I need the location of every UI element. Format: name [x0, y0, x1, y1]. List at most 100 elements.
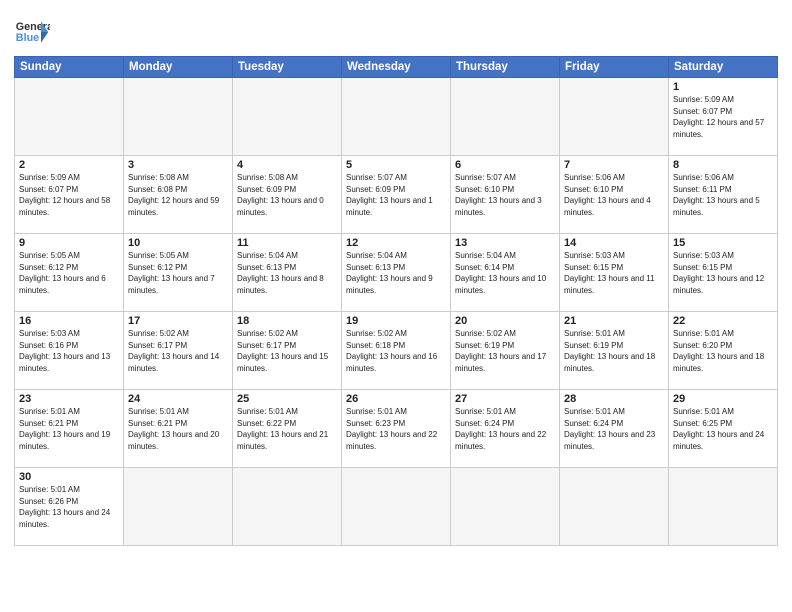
calendar-cell: 11Sunrise: 5:04 AM Sunset: 6:13 PM Dayli…: [233, 234, 342, 312]
calendar-cell: 13Sunrise: 5:04 AM Sunset: 6:14 PM Dayli…: [451, 234, 560, 312]
calendar-cell: 30Sunrise: 5:01 AM Sunset: 6:26 PM Dayli…: [15, 468, 124, 546]
calendar-cell: [233, 78, 342, 156]
day-number: 10: [128, 237, 228, 249]
calendar-cell: 15Sunrise: 5:03 AM Sunset: 6:15 PM Dayli…: [669, 234, 778, 312]
calendar-cell: 19Sunrise: 5:02 AM Sunset: 6:18 PM Dayli…: [342, 312, 451, 390]
day-number: 15: [673, 237, 773, 249]
day-number: 23: [19, 393, 119, 405]
day-info: Sunrise: 5:04 AM Sunset: 6:13 PM Dayligh…: [346, 250, 446, 296]
day-number: 2: [19, 159, 119, 171]
day-number: 22: [673, 315, 773, 327]
day-number: 19: [346, 315, 446, 327]
svg-text:Blue: Blue: [16, 32, 39, 44]
day-info: Sunrise: 5:03 AM Sunset: 6:15 PM Dayligh…: [673, 250, 773, 296]
day-number: 9: [19, 237, 119, 249]
day-info: Sunrise: 5:07 AM Sunset: 6:10 PM Dayligh…: [455, 172, 555, 218]
calendar-cell: [669, 468, 778, 546]
day-info: Sunrise: 5:02 AM Sunset: 6:19 PM Dayligh…: [455, 328, 555, 374]
calendar-cell: 17Sunrise: 5:02 AM Sunset: 6:17 PM Dayli…: [124, 312, 233, 390]
calendar-cell: 16Sunrise: 5:03 AM Sunset: 6:16 PM Dayli…: [15, 312, 124, 390]
day-number: 7: [564, 159, 664, 171]
calendar-cell: 25Sunrise: 5:01 AM Sunset: 6:22 PM Dayli…: [233, 390, 342, 468]
day-info: Sunrise: 5:01 AM Sunset: 6:23 PM Dayligh…: [346, 406, 446, 452]
day-number: 16: [19, 315, 119, 327]
day-number: 26: [346, 393, 446, 405]
day-info: Sunrise: 5:01 AM Sunset: 6:24 PM Dayligh…: [455, 406, 555, 452]
weekday-header-sunday: Sunday: [15, 57, 124, 78]
calendar-cell: [451, 78, 560, 156]
day-number: 27: [455, 393, 555, 405]
calendar-cell: 6Sunrise: 5:07 AM Sunset: 6:10 PM Daylig…: [451, 156, 560, 234]
calendar-cell: [342, 78, 451, 156]
calendar-cell: 21Sunrise: 5:01 AM Sunset: 6:19 PM Dayli…: [560, 312, 669, 390]
day-number: 3: [128, 159, 228, 171]
calendar-cell: [560, 468, 669, 546]
day-info: Sunrise: 5:01 AM Sunset: 6:21 PM Dayligh…: [19, 406, 119, 452]
day-number: 11: [237, 237, 337, 249]
calendar-cell: 20Sunrise: 5:02 AM Sunset: 6:19 PM Dayli…: [451, 312, 560, 390]
calendar-cell: [560, 78, 669, 156]
day-info: Sunrise: 5:01 AM Sunset: 6:20 PM Dayligh…: [673, 328, 773, 374]
calendar-cell: 3Sunrise: 5:08 AM Sunset: 6:08 PM Daylig…: [124, 156, 233, 234]
calendar-cell: 4Sunrise: 5:08 AM Sunset: 6:09 PM Daylig…: [233, 156, 342, 234]
day-number: 18: [237, 315, 337, 327]
calendar-cell: [451, 468, 560, 546]
calendar-cell: 7Sunrise: 5:06 AM Sunset: 6:10 PM Daylig…: [560, 156, 669, 234]
day-number: 17: [128, 315, 228, 327]
calendar-cell: 1Sunrise: 5:09 AM Sunset: 6:07 PM Daylig…: [669, 78, 778, 156]
day-number: 30: [19, 471, 119, 483]
weekday-header-tuesday: Tuesday: [233, 57, 342, 78]
day-info: Sunrise: 5:01 AM Sunset: 6:25 PM Dayligh…: [673, 406, 773, 452]
calendar-cell: 5Sunrise: 5:07 AM Sunset: 6:09 PM Daylig…: [342, 156, 451, 234]
calendar-cell: 9Sunrise: 5:05 AM Sunset: 6:12 PM Daylig…: [15, 234, 124, 312]
calendar-cell: 10Sunrise: 5:05 AM Sunset: 6:12 PM Dayli…: [124, 234, 233, 312]
calendar-cell: 24Sunrise: 5:01 AM Sunset: 6:21 PM Dayli…: [124, 390, 233, 468]
day-info: Sunrise: 5:01 AM Sunset: 6:22 PM Dayligh…: [237, 406, 337, 452]
day-info: Sunrise: 5:04 AM Sunset: 6:13 PM Dayligh…: [237, 250, 337, 296]
day-number: 29: [673, 393, 773, 405]
day-info: Sunrise: 5:06 AM Sunset: 6:11 PM Dayligh…: [673, 172, 773, 218]
day-info: Sunrise: 5:02 AM Sunset: 6:18 PM Dayligh…: [346, 328, 446, 374]
logo: General Blue: [14, 14, 50, 50]
day-number: 12: [346, 237, 446, 249]
day-info: Sunrise: 5:05 AM Sunset: 6:12 PM Dayligh…: [19, 250, 119, 296]
day-number: 1: [673, 81, 773, 93]
day-number: 14: [564, 237, 664, 249]
weekday-header-saturday: Saturday: [669, 57, 778, 78]
calendar-cell: 22Sunrise: 5:01 AM Sunset: 6:20 PM Dayli…: [669, 312, 778, 390]
day-number: 4: [237, 159, 337, 171]
day-info: Sunrise: 5:06 AM Sunset: 6:10 PM Dayligh…: [564, 172, 664, 218]
weekday-header-wednesday: Wednesday: [342, 57, 451, 78]
day-info: Sunrise: 5:03 AM Sunset: 6:15 PM Dayligh…: [564, 250, 664, 296]
day-number: 6: [455, 159, 555, 171]
calendar-cell: [124, 468, 233, 546]
calendar-cell: [124, 78, 233, 156]
day-number: 24: [128, 393, 228, 405]
day-number: 21: [564, 315, 664, 327]
day-info: Sunrise: 5:08 AM Sunset: 6:09 PM Dayligh…: [237, 172, 337, 218]
day-number: 5: [346, 159, 446, 171]
day-info: Sunrise: 5:08 AM Sunset: 6:08 PM Dayligh…: [128, 172, 228, 218]
day-info: Sunrise: 5:02 AM Sunset: 6:17 PM Dayligh…: [237, 328, 337, 374]
calendar-cell: 18Sunrise: 5:02 AM Sunset: 6:17 PM Dayli…: [233, 312, 342, 390]
day-info: Sunrise: 5:09 AM Sunset: 6:07 PM Dayligh…: [19, 172, 119, 218]
day-number: 13: [455, 237, 555, 249]
day-info: Sunrise: 5:04 AM Sunset: 6:14 PM Dayligh…: [455, 250, 555, 296]
day-info: Sunrise: 5:03 AM Sunset: 6:16 PM Dayligh…: [19, 328, 119, 374]
calendar-cell: 26Sunrise: 5:01 AM Sunset: 6:23 PM Dayli…: [342, 390, 451, 468]
page: General Blue SundayMondayTuesdayWednesda…: [0, 0, 792, 612]
weekday-header-thursday: Thursday: [451, 57, 560, 78]
weekday-header-monday: Monday: [124, 57, 233, 78]
weekday-header-friday: Friday: [560, 57, 669, 78]
day-number: 8: [673, 159, 773, 171]
day-info: Sunrise: 5:01 AM Sunset: 6:21 PM Dayligh…: [128, 406, 228, 452]
day-info: Sunrise: 5:01 AM Sunset: 6:24 PM Dayligh…: [564, 406, 664, 452]
calendar-cell: 14Sunrise: 5:03 AM Sunset: 6:15 PM Dayli…: [560, 234, 669, 312]
calendar-cell: 12Sunrise: 5:04 AM Sunset: 6:13 PM Dayli…: [342, 234, 451, 312]
day-info: Sunrise: 5:07 AM Sunset: 6:09 PM Dayligh…: [346, 172, 446, 218]
day-number: 25: [237, 393, 337, 405]
day-info: Sunrise: 5:05 AM Sunset: 6:12 PM Dayligh…: [128, 250, 228, 296]
calendar-cell: [15, 78, 124, 156]
calendar-cell: [342, 468, 451, 546]
calendar-cell: 2Sunrise: 5:09 AM Sunset: 6:07 PM Daylig…: [15, 156, 124, 234]
